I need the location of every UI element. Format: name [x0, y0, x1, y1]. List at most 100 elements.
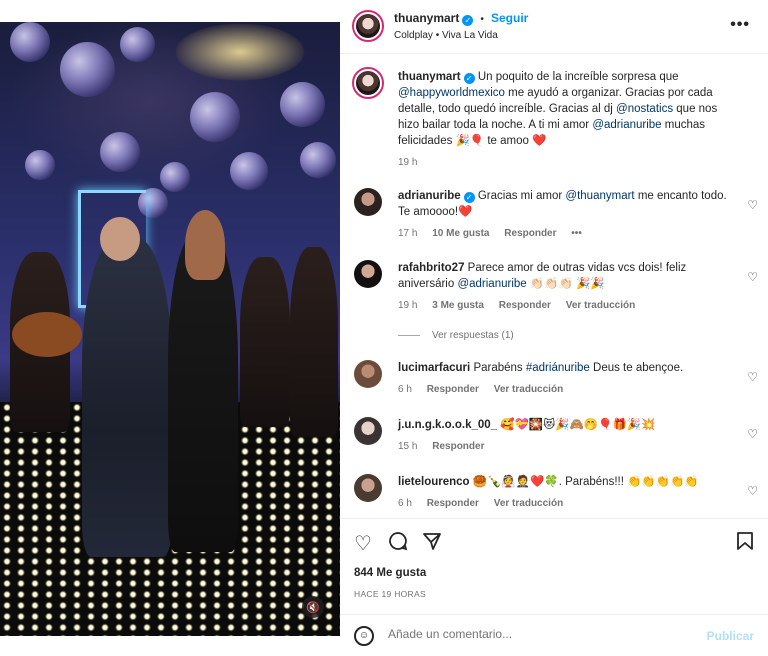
- heart-icon[interactable]: ♡: [747, 427, 758, 441]
- heart-icon[interactable]: ♡: [747, 270, 758, 284]
- mention-link[interactable]: @nostatics: [616, 103, 673, 115]
- more-options-icon[interactable]: •••: [730, 16, 750, 34]
- translate-button[interactable]: Ver traducción: [494, 384, 563, 395]
- dot-separator: •: [480, 14, 484, 25]
- likes-count[interactable]: 10 Me gusta: [432, 228, 489, 239]
- translate-button[interactable]: Ver traducción: [494, 498, 563, 509]
- hashtag-link[interactable]: #adriánuribe: [526, 362, 590, 374]
- man-singing-figure: [82, 237, 172, 557]
- balloon: [100, 132, 140, 172]
- reply-button[interactable]: Responder: [427, 384, 479, 395]
- mariachi-figure: [290, 247, 338, 437]
- timestamp[interactable]: 19 h: [398, 300, 417, 311]
- mariachi-figure: [240, 257, 290, 427]
- commenter-avatar[interactable]: [354, 474, 382, 502]
- reply-button[interactable]: Responder: [427, 498, 479, 509]
- comment-item: j.u.n.g.k.o.o.k_00_ 🥰💝🎇😻🎉🙈🤭🎈🎁🎉💥 15 h Res…: [354, 417, 764, 462]
- commenter-username[interactable]: lietelourenco: [398, 476, 470, 488]
- comment-text: Gracias mi amor: [477, 190, 563, 202]
- commenter-username[interactable]: adrianuribe: [398, 190, 461, 202]
- comment-text: 🥮🍾👰🤵❤️🍀. Parabéns!!! 👏👏👏👏👏: [472, 476, 699, 488]
- comment-meta: 15 h Responder: [398, 439, 738, 455]
- heart-icon[interactable]: ♡: [747, 484, 758, 498]
- author-avatar[interactable]: [352, 67, 384, 99]
- commenter-avatar[interactable]: [354, 188, 382, 216]
- mute-icon[interactable]: 🔇: [302, 596, 324, 618]
- comment-meta: 6 h Responder Ver traducción: [398, 382, 738, 398]
- comment-meta: 6 h Responder Ver traducción: [398, 496, 738, 512]
- comments-list[interactable]: thuanymart ✓ Un poquito de la increíble s…: [340, 55, 768, 518]
- comment-text: 🥰💝🎇😻🎉🙈🤭🎈🎁🎉💥: [500, 419, 656, 431]
- commenter-avatar[interactable]: [354, 417, 382, 445]
- heart-icon[interactable]: ♡: [747, 370, 758, 384]
- translate-button[interactable]: Ver traducción: [566, 300, 635, 311]
- comment-text: 👏🏻👏🏻👏🏻 🎉🎉: [529, 278, 605, 290]
- balloon: [160, 162, 190, 192]
- commenter-avatar[interactable]: [354, 360, 382, 388]
- comment-meta: 17 h 10 Me gusta Responder •••: [398, 226, 738, 242]
- caption: thuanymart ✓ Un poquito de la increíble s…: [352, 67, 764, 179]
- post-media[interactable]: 🔇: [0, 0, 340, 656]
- audio-track[interactable]: Coldplay • Viva La Vida: [394, 30, 498, 41]
- timestamp[interactable]: 19 h: [398, 157, 417, 168]
- caption-username[interactable]: thuanymart: [398, 71, 461, 83]
- balloon: [25, 150, 55, 180]
- author-username[interactable]: thuanymart: [394, 11, 459, 25]
- follow-button[interactable]: Seguir: [491, 11, 528, 25]
- balloon: [60, 42, 115, 97]
- commenter-username[interactable]: j.u.n.g.k.o.o.k_00_: [398, 419, 497, 431]
- reply-button[interactable]: Responder: [499, 300, 551, 311]
- comment-input[interactable]: [388, 627, 688, 641]
- heart-icon[interactable]: ♡: [747, 198, 758, 212]
- author-avatar[interactable]: [352, 10, 384, 42]
- post-header: thuanymart ✓ • Seguir Coldplay • Viva La …: [340, 0, 768, 54]
- emoji-icon[interactable]: ☺: [354, 626, 374, 646]
- more-icon[interactable]: •••: [571, 228, 582, 239]
- verified-icon: ✓: [463, 192, 475, 203]
- guitar: [12, 312, 82, 357]
- reply-button[interactable]: Responder: [504, 228, 556, 239]
- save-icon[interactable]: [736, 531, 754, 557]
- comment-text: Parabéns: [473, 362, 523, 374]
- like-icon[interactable]: ♡: [354, 531, 372, 556]
- comment-text: Deus te abençoe.: [593, 362, 684, 374]
- balloon: [280, 82, 325, 127]
- comment-item: adrianuribe ✓ Gracias mi amor @thuanymart…: [354, 188, 764, 248]
- comment-item: lucimarfacuri Parabéns #adriánuribe Deus…: [354, 360, 764, 405]
- timestamp[interactable]: 17 h: [398, 228, 417, 239]
- share-icon[interactable]: [422, 531, 442, 557]
- video-frame[interactable]: [0, 22, 340, 636]
- commenter-avatar[interactable]: [354, 260, 382, 288]
- comment-body: lietelourenco 🥮🍾👰🤵❤️🍀. Parabéns!!! 👏👏👏👏👏…: [398, 474, 738, 512]
- woman-head: [185, 210, 225, 280]
- author-line: thuanymart ✓ • Seguir: [394, 11, 528, 26]
- mention-link[interactable]: @happyworldmexico: [398, 87, 505, 99]
- media-bottom-margin: [0, 636, 340, 656]
- likes-total[interactable]: 844 Me gusta: [354, 567, 426, 579]
- caption-time: 19 h: [398, 155, 738, 171]
- add-comment-bar: ☺ Publicar: [340, 614, 768, 656]
- timestamp[interactable]: 6 h: [398, 384, 412, 395]
- timestamp[interactable]: 15 h: [398, 441, 417, 452]
- publish-button[interactable]: Publicar: [707, 629, 754, 643]
- comment-body: rafahbrito27 Parece amor de outras vidas…: [398, 260, 738, 314]
- comment-body: adrianuribe ✓ Gracias mi amor @thuanymart…: [398, 188, 738, 242]
- reply-button[interactable]: Responder: [432, 441, 484, 452]
- mention-link[interactable]: @thuanymart: [565, 190, 634, 202]
- comment-icon[interactable]: [388, 531, 408, 557]
- commenter-username[interactable]: rafahbrito27: [398, 262, 464, 274]
- balloon: [230, 152, 268, 190]
- comment-item: lietelourenco 🥮🍾👰🤵❤️🍀. Parabéns!!! 👏👏👏👏👏…: [354, 474, 764, 518]
- woman-dancing-figure: [168, 232, 238, 552]
- mention-link[interactable]: @adrianuribe: [457, 278, 526, 290]
- mention-link[interactable]: @adrianuribe: [592, 119, 661, 131]
- post-time[interactable]: HACE 19 HORAS: [354, 589, 426, 599]
- balloon: [10, 22, 50, 62]
- balloon: [190, 92, 240, 142]
- view-replies-button[interactable]: Ver respuestas (1): [398, 330, 514, 341]
- timestamp[interactable]: 6 h: [398, 498, 412, 509]
- likes-count[interactable]: 3 Me gusta: [432, 300, 484, 311]
- verified-icon: ✓: [462, 15, 474, 26]
- comment-body: j.u.n.g.k.o.o.k_00_ 🥰💝🎇😻🎉🙈🤭🎈🎁🎉💥 15 h Res…: [398, 417, 738, 455]
- commenter-username[interactable]: lucimarfacuri: [398, 362, 470, 374]
